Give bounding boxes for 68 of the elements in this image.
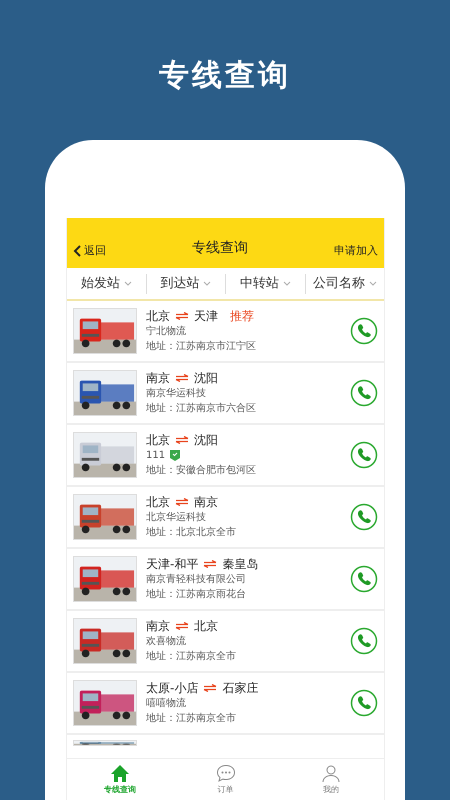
destination-city: 沈阳 [194,370,218,386]
exchange-icon [203,560,218,568]
phone-icon[interactable] [350,379,378,407]
apply-button[interactable]: 申请加入 [334,242,378,259]
address-text: 地址：北京北京全市 [146,526,237,540]
destination-city: 沈阳 [194,432,218,448]
exchange-icon [203,684,218,692]
address-text: 地址：江苏南京全市 [146,650,237,664]
route-card[interactable]: 太原-小店 石家庄 嘻嘻物流 地址：江苏南京全市 [67,673,384,735]
origin-city: 太原-小店 [146,680,198,696]
origin-city: 天津-和平 [146,556,198,572]
caret-icon [203,281,212,286]
company-name: 嘻嘻物流 [146,697,186,710]
back-chevron-icon [73,244,81,257]
exchange-icon [175,498,189,506]
company-name: 111 [146,449,166,462]
phone-icon[interactable] [350,627,378,655]
destination-city: 石家庄 [222,680,258,696]
origin-city: 南京 [146,618,170,634]
exchange-icon [175,436,189,444]
company-name: 南京青轻科技有限公司 [146,573,246,586]
company-name: 北京华运科技 [146,511,206,524]
destination-city: 南京 [194,494,218,510]
phone-icon[interactable] [350,689,378,717]
filter-dropdown[interactable]: 到达站 [146,274,225,294]
chat-icon [216,764,236,782]
filter-dropdown[interactable]: 始发站 [67,274,146,294]
company-name: 南京华运科技 [146,387,206,400]
exchange-icon [175,622,189,630]
header-title: 专线查询 [191,239,249,258]
route-card[interactable]: 北京 天津 推荐 宁北物流 地址：江苏南京市江宁区 [67,301,384,363]
person-icon [321,764,342,782]
back-button[interactable]: 返回 [73,242,106,259]
phone-icon[interactable] [350,565,378,593]
exchange-icon [175,374,189,382]
address-text: 地址：江苏南京市江宁区 [146,340,257,354]
company-name: 宁北物流 [146,325,186,338]
address-text: 地址：安徽合肥市包河区 [146,464,257,478]
caret-icon [282,281,291,286]
destination-city: 秦皇岛 [222,556,258,572]
tab-item[interactable]: 我的 [278,759,384,800]
route-card[interactable]: 北京 南京 北京华运科技 地址：北京北京全市 [67,487,384,549]
exchange-icon [175,312,189,320]
destination-city: 北京 [194,618,218,634]
address-text: 地址：江苏南京市六合区 [146,402,257,416]
filter-dropdown[interactable]: 中转站 [225,274,304,294]
address-text: 地址：江苏南京雨花台 [146,588,247,602]
home-icon [110,764,130,782]
origin-city: 北京 [146,494,170,510]
caret-icon [368,281,377,286]
route-card[interactable]: 南京 沈阳 南京华运科技 地址：江苏南京市六合区 [67,363,384,425]
origin-city: 北京 [146,308,170,324]
caret-icon [124,281,132,286]
route-card[interactable]: 南京 北京 欢喜物流 地址：江苏南京全市 [67,611,384,673]
destination-city: 天津 [194,308,218,324]
phone-icon[interactable] [350,441,378,469]
company-name: 欢喜物流 [146,635,186,648]
route-card[interactable]: 北京 沈阳 111 地址：安徽合肥市包河区 [67,425,384,487]
address-text: 地址：江苏南京全市 [146,712,237,726]
tab-item[interactable]: 订单 [172,759,278,800]
recommend-tag: 推荐 [230,308,254,324]
page-title: 专线查询 [158,57,292,95]
filter-dropdown[interactable]: 公司名称 [304,274,384,294]
phone-icon[interactable] [350,317,378,345]
route-card[interactable]: 天津-和平 秦皇岛 南京青轻科技有限公司 地址：江苏南京雨花台 [67,549,384,611]
origin-city: 南京 [146,370,170,386]
origin-city: 北京 [146,432,170,448]
phone-icon[interactable] [350,503,378,531]
